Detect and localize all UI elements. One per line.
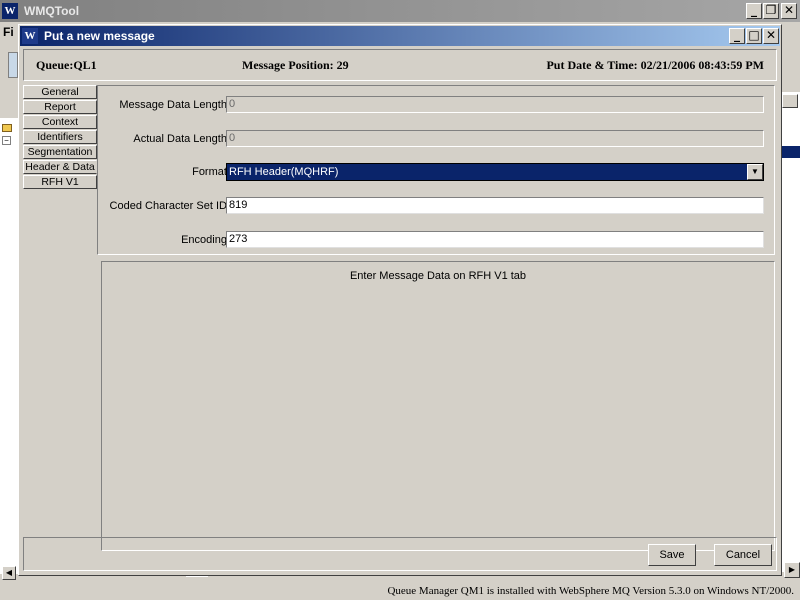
toolbar-fragment	[8, 52, 18, 78]
format-label: Format:	[192, 166, 230, 178]
folder-icon	[2, 124, 12, 132]
app-restore-button[interactable]: ❐	[763, 3, 779, 19]
dialog-title: Put a new message	[44, 29, 155, 43]
ccsid-input[interactable]: 819	[226, 197, 764, 214]
tree-collapse-icon[interactable]: −	[2, 136, 11, 145]
tab-context[interactable]: Context	[23, 115, 97, 129]
app-titlebar: W WMQTool _ ❐ ✕	[0, 0, 800, 22]
button-bar: Save Cancel	[23, 537, 777, 571]
actual-length-field: 0	[226, 130, 764, 147]
message-info-bar: Queue:QL1 Message Position: 29 Put Date …	[23, 49, 777, 81]
dialog-close-button[interactable]: ✕	[763, 28, 779, 44]
app-logo-icon: W	[2, 3, 18, 19]
dialog-titlebar[interactable]: W Put a new message _ □ ✕	[20, 26, 780, 46]
tab-header-data[interactable]: Header & Data	[23, 160, 97, 174]
data-length-label: Message Data Length:	[119, 99, 230, 111]
tab-report[interactable]: Report	[23, 100, 97, 114]
scroll-right-icon[interactable]: ▶	[784, 562, 800, 578]
dialog-minimize-button[interactable]: _	[729, 28, 745, 44]
header-fields-panel: Message Data Length: 0 Actual Data Lengt…	[97, 85, 775, 255]
tab-strip: General Report Context Identifiers Segme…	[23, 85, 97, 190]
save-button[interactable]: Save	[648, 544, 696, 566]
list-panel-fragment	[782, 92, 800, 572]
encoding-label: Encoding:	[181, 234, 230, 246]
message-data-panel: Enter Message Data on RFH V1 tab	[101, 261, 775, 551]
chevron-down-icon[interactable]: ▼	[747, 164, 763, 180]
message-position-label: Message Position: 29	[242, 58, 349, 72]
queue-label: Queue:QL1	[36, 58, 97, 72]
tab-rfh-v1[interactable]: RFH V1	[23, 175, 97, 189]
status-text: Queue Manager QM1 is installed with WebS…	[387, 585, 794, 597]
scroll-left-icon[interactable]: ◀	[2, 566, 16, 580]
tab-general[interactable]: General	[23, 85, 97, 99]
app-close-button[interactable]: ✕	[781, 3, 797, 19]
list-header-fragment	[782, 94, 798, 108]
menu-file[interactable]: Fi	[3, 25, 14, 39]
tab-identifiers[interactable]: Identifiers	[23, 130, 97, 144]
data-length-field: 0	[226, 96, 764, 113]
dialog-logo-icon: W	[22, 28, 38, 44]
tree-panel-fragment	[0, 118, 19, 574]
format-select[interactable]: RFH Header(MQHRF) ▼	[226, 163, 764, 181]
dialog-maximize-button[interactable]: □	[746, 28, 762, 44]
ccsid-label: Coded Character Set ID:	[109, 200, 230, 212]
cancel-button[interactable]: Cancel	[714, 544, 772, 566]
put-message-dialog: W Put a new message _ □ ✕ Queue:QL1 Mess…	[18, 24, 782, 576]
tab-segmentation[interactable]: Segmentation	[23, 145, 97, 159]
app-title: WMQTool	[24, 4, 80, 18]
app-minimize-button[interactable]: _	[746, 3, 762, 19]
actual-length-label: Actual Data Length:	[133, 133, 230, 145]
list-selected-row-fragment	[782, 146, 800, 158]
put-datetime-label: Put Date & Time: 02/21/2006 08:43:59 PM	[546, 58, 764, 72]
format-select-value: RFH Header(MQHRF)	[229, 166, 339, 178]
message-hint: Enter Message Data on RFH V1 tab	[349, 270, 527, 282]
app-statusbar: Queue Manager QM1 is installed with WebS…	[0, 580, 800, 600]
encoding-input[interactable]: 273	[226, 231, 764, 248]
